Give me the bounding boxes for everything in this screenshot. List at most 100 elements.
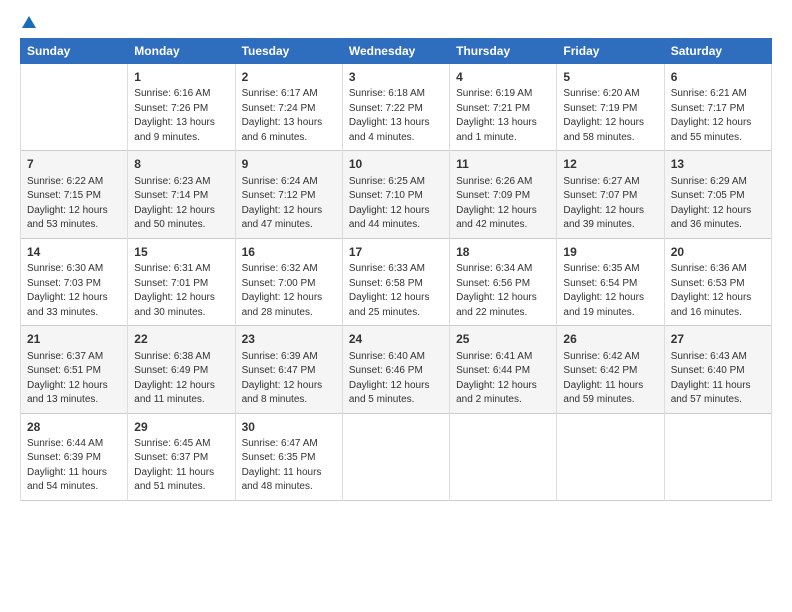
calendar-cell: 26Sunrise: 6:42 AMSunset: 6:42 PMDayligh… — [557, 326, 664, 413]
cell-info: Sunrise: 6:47 AMSunset: 6:35 PMDaylight:… — [242, 437, 336, 495]
calendar-cell: 25 Sunrise: 6:41 AMSunset: 6:44 PMDayligh… — [450, 326, 557, 413]
cell-info: Sunrise: 6:24 AMSunset: 7:12 PMDaylight:… — [242, 175, 336, 233]
calendar-cell: 19Sunrise: 6:35 AMSunset: 6:54 PMDayligh… — [557, 238, 664, 325]
cell-info: Sunrise: 6:18 AMSunset: 7:22 PMDaylight:… — [349, 87, 443, 145]
header — [20, 16, 772, 28]
calendar-cell: 20Sunrise: 6:36 AMSunset: 6:53 PMDayligh… — [664, 238, 771, 325]
cell-info: Sunrise: 6:45 AMSunset: 6:37 PMDaylight:… — [134, 437, 228, 495]
cell-info: Sunrise: 6:44 AMSunset: 6:39 PMDaylight:… — [27, 437, 121, 495]
cell-info: Sunrise: 6:22 AMSunset: 7:15 PMDaylight:… — [27, 175, 121, 233]
calendar-cell: 15Sunrise: 6:31 AMSunset: 7:01 PMDayligh… — [128, 238, 235, 325]
calendar-cell — [557, 413, 664, 500]
calendar-cell: 17Sunrise: 6:33 AMSunset: 6:58 PMDayligh… — [342, 238, 449, 325]
cell-info: Sunrise: 6:17 AMSunset: 7:24 PMDaylight:… — [242, 87, 336, 145]
calendar-cell: 12 Sunrise: 6:27 AMSunset: 7:07 PMDayligh… — [557, 151, 664, 238]
day-number: 19 — [563, 244, 657, 261]
header-day-thursday: Thursday — [450, 39, 557, 64]
cell-info: Sunrise: 6:25 AMSunset: 7:10 PMDaylight:… — [349, 175, 443, 233]
cell-info: Sunrise: 6:35 AMSunset: 6:54 PMDaylight:… — [563, 262, 657, 320]
header-day-wednesday: Wednesday — [342, 39, 449, 64]
day-number: 2 — [242, 69, 336, 86]
calendar-cell: 29Sunrise: 6:45 AMSunset: 6:37 PMDayligh… — [128, 413, 235, 500]
calendar-cell: 11 Sunrise: 6:26 AMSunset: 7:09 PMDayligh… — [450, 151, 557, 238]
cell-info: Sunrise: 6:20 AMSunset: 7:19 PMDaylight:… — [563, 87, 657, 145]
calendar-cell: 9 Sunrise: 6:24 AMSunset: 7:12 PMDaylight… — [235, 151, 342, 238]
calendar-cell — [664, 413, 771, 500]
calendar-cell: 6Sunrise: 6:21 AMSunset: 7:17 PMDaylight… — [664, 64, 771, 151]
cell-info: Sunrise: 6:16 AMSunset: 7:26 PMDaylight:… — [134, 87, 228, 145]
calendar-cell — [21, 64, 128, 151]
cell-info: Sunrise: 6:36 AMSunset: 6:53 PMDaylight:… — [671, 262, 765, 320]
calendar-week-row: 28Sunrise: 6:44 AMSunset: 6:39 PMDayligh… — [21, 413, 772, 500]
day-number: 13 — [671, 156, 765, 173]
day-number: 1 — [134, 69, 228, 86]
calendar-cell: 30Sunrise: 6:47 AMSunset: 6:35 PMDayligh… — [235, 413, 342, 500]
calendar-week-row: 7 Sunrise: 6:22 AMSunset: 7:15 PMDaylight… — [21, 151, 772, 238]
cell-info: Sunrise: 6:37 AMSunset: 6:51 PMDaylight:… — [27, 350, 121, 408]
cell-info: Sunrise: 6:19 AMSunset: 7:21 PMDaylight:… — [456, 87, 550, 145]
cell-info: Sunrise: 6:34 AMSunset: 6:56 PMDaylight:… — [456, 262, 550, 320]
cell-info: Sunrise: 6:42 AMSunset: 6:42 PMDaylight:… — [563, 350, 657, 408]
cell-info: Sunrise: 6:27 AMSunset: 7:07 PMDaylight:… — [563, 175, 657, 233]
calendar-cell — [342, 413, 449, 500]
cell-info: Sunrise: 6:31 AMSunset: 7:01 PMDaylight:… — [134, 262, 228, 320]
calendar-cell: 3Sunrise: 6:18 AMSunset: 7:22 PMDaylight… — [342, 64, 449, 151]
cell-info: Sunrise: 6:26 AMSunset: 7:09 PMDaylight:… — [456, 175, 550, 233]
day-number: 25 — [456, 331, 550, 348]
calendar-cell: 16Sunrise: 6:32 AMSunset: 7:00 PMDayligh… — [235, 238, 342, 325]
cell-info: Sunrise: 6:33 AMSunset: 6:58 PMDaylight:… — [349, 262, 443, 320]
calendar-cell: 7 Sunrise: 6:22 AMSunset: 7:15 PMDaylight… — [21, 151, 128, 238]
calendar-cell: 4Sunrise: 6:19 AMSunset: 7:21 PMDaylight… — [450, 64, 557, 151]
calendar-cell — [450, 413, 557, 500]
logo — [20, 16, 36, 28]
day-number: 9 — [242, 156, 336, 173]
cell-info: Sunrise: 6:38 AMSunset: 6:49 PMDaylight:… — [134, 350, 228, 408]
cell-info: Sunrise: 6:30 AMSunset: 7:03 PMDaylight:… — [27, 262, 121, 320]
calendar-cell: 18Sunrise: 6:34 AMSunset: 6:56 PMDayligh… — [450, 238, 557, 325]
header-day-sunday: Sunday — [21, 39, 128, 64]
calendar-cell: 1Sunrise: 6:16 AMSunset: 7:26 PMDaylight… — [128, 64, 235, 151]
calendar-cell: 10 Sunrise: 6:25 AMSunset: 7:10 PMDayligh… — [342, 151, 449, 238]
calendar-cell: 14Sunrise: 6:30 AMSunset: 7:03 PMDayligh… — [21, 238, 128, 325]
day-number: 28 — [27, 419, 121, 436]
day-number: 12 — [563, 156, 657, 173]
cell-info: Sunrise: 6:21 AMSunset: 7:17 PMDaylight:… — [671, 87, 765, 145]
cell-info: Sunrise: 6:43 AMSunset: 6:40 PMDaylight:… — [671, 350, 765, 408]
calendar-week-row: 14Sunrise: 6:30 AMSunset: 7:03 PMDayligh… — [21, 238, 772, 325]
calendar-cell: 27Sunrise: 6:43 AMSunset: 6:40 PMDayligh… — [664, 326, 771, 413]
day-number: 29 — [134, 419, 228, 436]
calendar-cell: 28Sunrise: 6:44 AMSunset: 6:39 PMDayligh… — [21, 413, 128, 500]
day-number: 16 — [242, 244, 336, 261]
calendar-week-row: 1Sunrise: 6:16 AMSunset: 7:26 PMDaylight… — [21, 64, 772, 151]
calendar-cell: 24 Sunrise: 6:40 AMSunset: 6:46 PMDayligh… — [342, 326, 449, 413]
calendar-cell: 5Sunrise: 6:20 AMSunset: 7:19 PMDaylight… — [557, 64, 664, 151]
day-number: 11 — [456, 156, 550, 173]
calendar-cell: 22 Sunrise: 6:38 AMSunset: 6:49 PMDayligh… — [128, 326, 235, 413]
header-day-friday: Friday — [557, 39, 664, 64]
day-number: 15 — [134, 244, 228, 261]
day-number: 7 — [27, 156, 121, 173]
day-number: 23 — [242, 331, 336, 348]
calendar-cell: 21Sunrise: 6:37 AMSunset: 6:51 PMDayligh… — [21, 326, 128, 413]
day-number: 8 — [134, 156, 228, 173]
cell-info: Sunrise: 6:32 AMSunset: 7:00 PMDaylight:… — [242, 262, 336, 320]
day-number: 5 — [563, 69, 657, 86]
cell-info: Sunrise: 6:41 AMSunset: 6:44 PMDaylight:… — [456, 350, 550, 408]
cell-info: Sunrise: 6:23 AMSunset: 7:14 PMDaylight:… — [134, 175, 228, 233]
day-number: 24 — [349, 331, 443, 348]
day-number: 22 — [134, 331, 228, 348]
day-number: 30 — [242, 419, 336, 436]
calendar-cell: 23 Sunrise: 6:39 AMSunset: 6:47 PMDayligh… — [235, 326, 342, 413]
calendar-table: SundayMondayTuesdayWednesdayThursdayFrid… — [20, 38, 772, 501]
header-day-saturday: Saturday — [664, 39, 771, 64]
day-number: 10 — [349, 156, 443, 173]
cell-info: Sunrise: 6:39 AMSunset: 6:47 PMDaylight:… — [242, 350, 336, 408]
logo-triangle-icon — [22, 16, 36, 28]
cell-info: Sunrise: 6:29 AMSunset: 7:05 PMDaylight:… — [671, 175, 765, 233]
day-number: 4 — [456, 69, 550, 86]
cell-info: Sunrise: 6:40 AMSunset: 6:46 PMDaylight:… — [349, 350, 443, 408]
day-number: 6 — [671, 69, 765, 86]
header-day-monday: Monday — [128, 39, 235, 64]
day-number: 20 — [671, 244, 765, 261]
page: SundayMondayTuesdayWednesdayThursdayFrid… — [0, 0, 792, 612]
